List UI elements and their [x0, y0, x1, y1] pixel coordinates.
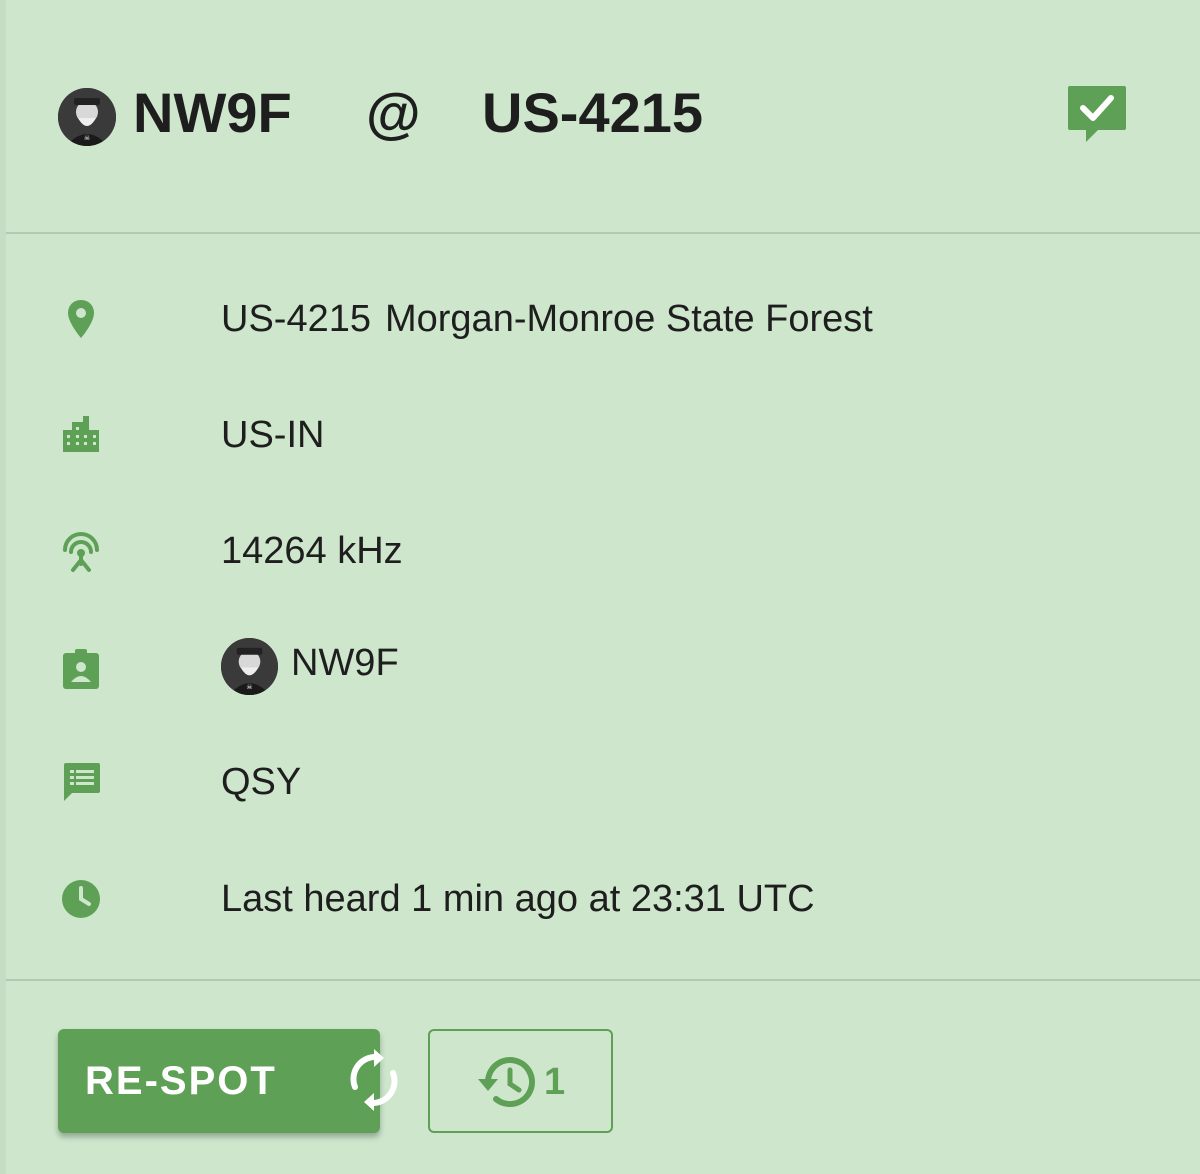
svg-text:☠: ☠ [246, 683, 252, 691]
sync-icon [350, 1049, 398, 1111]
spot-card: ☠ NW9F @ US-4215 US-4215 Morgan-Monroe St… [0, 0, 1200, 1174]
location-value: US-IN [221, 414, 325, 456]
respot-button[interactable]: RE-SPOT [58, 1029, 398, 1133]
antenna-icon [63, 532, 99, 572]
frequency-row: 14264 kHz [6, 528, 1200, 608]
last-heard: Last heard 1 min ago at 23:31 UTC [221, 878, 815, 920]
spot-header: ☠ NW9F @ US-4215 [6, 0, 1200, 234]
chat-check-icon[interactable] [1066, 84, 1128, 144]
activator-callsign: NW9F [133, 81, 292, 144]
comment-row: QSY [6, 759, 1200, 839]
history-count: 1 [544, 1061, 566, 1103]
frequency-value: 14264 kHz [221, 530, 403, 572]
location-pin-icon [68, 300, 94, 338]
badge-icon [63, 649, 99, 689]
svg-text:☠: ☠ [84, 134, 90, 142]
city-icon [63, 416, 99, 452]
history-button[interactable]: 1 [428, 1029, 613, 1133]
park-reference: US-4215 [482, 81, 704, 144]
location-row: US-IN [6, 412, 1200, 492]
spotter-avatar: ☠ [221, 638, 278, 695]
message-icon [64, 763, 100, 801]
park-info: US-4215 Morgan-Monroe State Forest [221, 296, 873, 342]
park-ref: US-4215 [221, 298, 371, 340]
clock-icon [62, 880, 100, 918]
footer-divider [6, 979, 1200, 981]
at-symbol: @ [366, 81, 421, 144]
comment-value: QSY [221, 761, 302, 803]
history-icon [478, 1057, 535, 1108]
respot-label: RE-SPOT [85, 1059, 277, 1103]
time-row: Last heard 1 min ago at 23:31 UTC [6, 876, 1200, 956]
spotter-callsign: NW9F [291, 642, 399, 684]
activator-avatar: ☠ [58, 88, 116, 146]
spotter-row: ☠ NW9F [6, 638, 1200, 718]
park-row: US-4215 Morgan-Monroe State Forest [6, 296, 1200, 376]
park-name: Morgan-Monroe State Forest [384, 298, 873, 340]
